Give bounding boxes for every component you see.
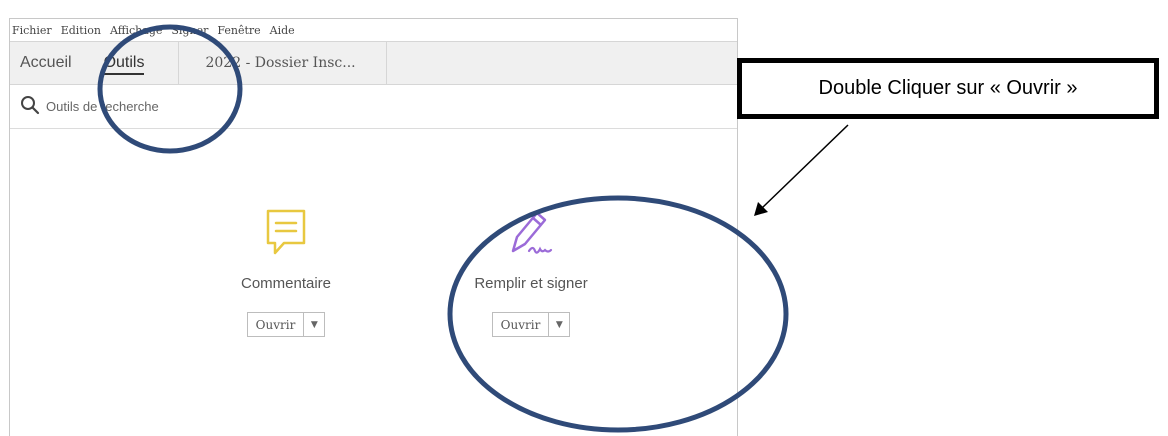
annotation-overlay bbox=[97, 24, 849, 433]
fill-sign-highlight-circle bbox=[447, 195, 789, 433]
tools-tab-highlight-circle bbox=[97, 24, 243, 154]
pointer-arrow-line bbox=[761, 124, 849, 209]
